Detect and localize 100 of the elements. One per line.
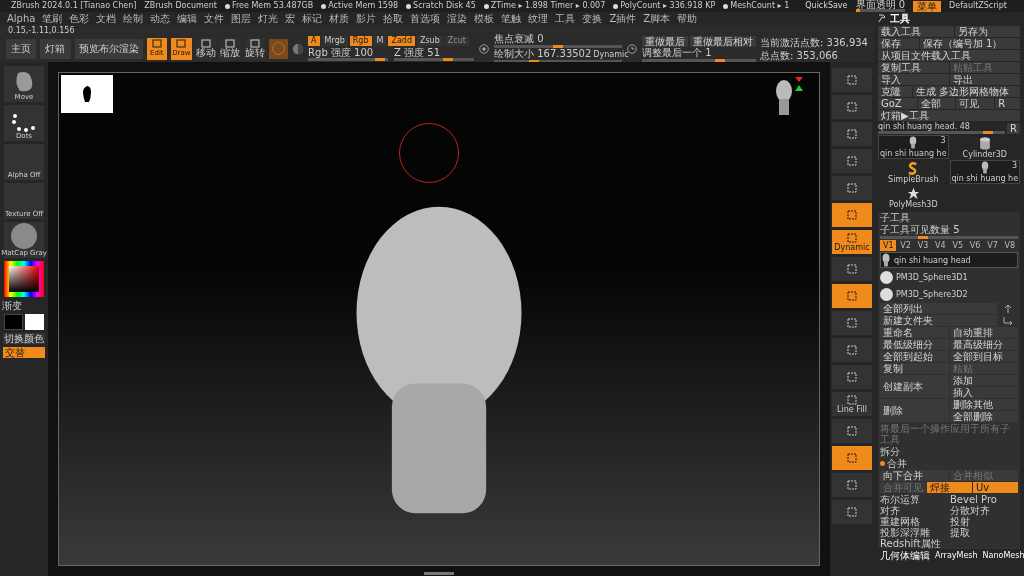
panel-button[interactable]: 保存 (878, 38, 919, 49)
menu-item[interactable]: 模板 (471, 12, 498, 25)
panel-button[interactable]: 全部删除 (949, 411, 1018, 422)
tool-thumbnail[interactable]: SimpleBrush (878, 160, 949, 184)
panel-button[interactable]: 删除 (880, 399, 949, 422)
panel-button[interactable]: 删除其他 (949, 399, 1018, 410)
panel-button[interactable]: 可见 (956, 98, 995, 109)
toolbar-button[interactable] (832, 257, 872, 281)
panel-button[interactable]: 重命名 (880, 327, 949, 338)
shelf-button[interactable]: 灯箱 (40, 38, 71, 59)
menu-item[interactable]: 标记 (299, 12, 326, 25)
menu-item[interactable]: Z脚本 (640, 12, 674, 25)
slider[interactable] (642, 58, 757, 62)
menu-item[interactable]: 首选项 (407, 12, 444, 25)
menu-item[interactable]: 工具 (552, 12, 579, 25)
redo-button[interactable]: 重做最后相对 (690, 35, 757, 47)
version-tab[interactable]: V5 (949, 240, 966, 251)
menu-item[interactable]: 动态 (147, 12, 174, 25)
channel-toggle[interactable]: A (308, 36, 320, 46)
tool-thumbnail[interactable]: Cylinder3D (949, 135, 1020, 159)
color-swatch[interactable] (4, 314, 23, 330)
section-title[interactable]: 提取 (950, 527, 1018, 538)
section-title[interactable]: 投影深浮雕 (880, 527, 948, 538)
menu-item[interactable]: 宏 (282, 12, 299, 25)
redo-icon[interactable] (626, 41, 639, 56)
panel-button[interactable]: 克隆 (878, 86, 912, 97)
menu-item[interactable]: 帮助 (674, 12, 701, 25)
panel-button[interactable]: 最高级细分 (949, 339, 1018, 350)
toolbar-button[interactable] (832, 149, 872, 173)
panel-button[interactable]: 插入 (949, 387, 1018, 398)
toolbar-button[interactable] (832, 500, 872, 524)
menu-item[interactable]: 图层 (228, 12, 255, 25)
section-title[interactable]: 重建网格 (880, 516, 948, 527)
slider[interactable] (494, 45, 623, 48)
menu-item[interactable]: 色彩 (66, 12, 93, 25)
slider-thumb[interactable] (983, 131, 994, 134)
section-title[interactable]: 投射 (950, 516, 1018, 527)
slider-fill[interactable] (855, 9, 861, 12)
slider[interactable] (878, 131, 1006, 134)
channel-toggle[interactable]: M (373, 36, 387, 46)
slider-thumb[interactable] (714, 58, 725, 62)
toolbar-button[interactable] (832, 68, 872, 92)
tool-thumbnail[interactable]: PolyMesh3D (878, 185, 949, 209)
panel-button[interactable]: 保存（编号加 1） (919, 38, 1020, 49)
toolbar-button[interactable] (832, 419, 872, 443)
menu-item[interactable]: 编辑 (174, 12, 201, 25)
toolbar-button[interactable] (832, 338, 872, 362)
menu-button[interactable]: 菜单 (913, 0, 942, 12)
panel-button[interactable]: 向下合并 (880, 470, 949, 481)
menu-item[interactable]: 绘制 (120, 12, 147, 25)
palette-title[interactable]: ArrayMesh (935, 550, 978, 561)
version-tab[interactable]: V2 (897, 240, 914, 251)
panel-button[interactable]: 从项目文件载入工具 (878, 50, 1020, 61)
menu-item[interactable]: 渲染 (444, 12, 471, 25)
sphere-icon[interactable] (292, 41, 305, 56)
toolbar-button[interactable] (832, 446, 872, 470)
panel-button[interactable]: 生成 多边形网格物体 (912, 86, 1020, 97)
panel-button[interactable]: 灯箱▶工具 (878, 110, 1020, 121)
redo-button[interactable]: 重做最后 (642, 35, 689, 47)
panel-button[interactable]: 创建副本 (880, 375, 949, 398)
mode-button[interactable]: 旋转 (244, 37, 266, 60)
focal-icon[interactable] (478, 41, 491, 56)
toolbar-button[interactable]: Dynamic (832, 230, 872, 254)
subtool-item[interactable]: PM3D_Sphere3D2 (880, 286, 1018, 302)
version-tab[interactable]: V8 (1001, 240, 1018, 251)
menu-item[interactable]: Z插件 (606, 12, 640, 25)
section-title[interactable]: Redshift属性 (880, 538, 948, 549)
subtool-item[interactable]: PM3D_Sphere3D1 (880, 269, 1018, 285)
mode-button[interactable]: 缩放 (220, 37, 241, 60)
shelf-button[interactable]: 主页 (6, 38, 37, 59)
panel-button[interactable]: R (995, 98, 1020, 109)
shelf-button[interactable]: 预览布尔渲染 (74, 38, 143, 59)
panel-button[interactable]: 自动重排 (949, 327, 1018, 338)
menu-item[interactable]: 材质 (326, 12, 353, 25)
menu-item[interactable]: 文件 (201, 12, 228, 25)
menu-item[interactable]: Alpha (4, 12, 39, 25)
slider-thumb[interactable] (553, 45, 564, 48)
section-title[interactable]: 分散对齐 (950, 505, 1018, 516)
menu-item[interactable]: 影片 (353, 12, 380, 25)
color-picker[interactable] (4, 261, 44, 297)
panel-button[interactable]: 新建文件夹 (880, 315, 997, 326)
panel-button[interactable]: 添加 (949, 375, 1018, 386)
toolbar-button[interactable] (832, 203, 872, 227)
palette-title[interactable]: NanoMesh (982, 550, 1024, 561)
toolbar-button[interactable] (832, 365, 872, 389)
slider[interactable] (308, 58, 389, 61)
alternate-button[interactable]: 交替 (3, 347, 45, 358)
panel-button[interactable]: 复制 (880, 363, 949, 374)
tool-thumbnail[interactable]: qin shi huang he 3 (878, 135, 949, 159)
toolbar-button[interactable] (832, 311, 872, 335)
slider-thumb[interactable] (443, 58, 454, 61)
subtool-item[interactable]: qin shi huang head (880, 252, 1018, 268)
version-tab[interactable]: V3 (914, 240, 932, 251)
quicksave-button[interactable]: QuickSave (805, 1, 848, 11)
menu-item[interactable]: 拾取 (380, 12, 407, 25)
material-swatch[interactable] (269, 38, 289, 59)
channel-toggle[interactable]: Mrgb (321, 36, 348, 46)
channel-toggle[interactable]: Zadd (388, 36, 415, 46)
viewport[interactable] (48, 62, 830, 576)
toolbar-button[interactable] (832, 122, 872, 146)
